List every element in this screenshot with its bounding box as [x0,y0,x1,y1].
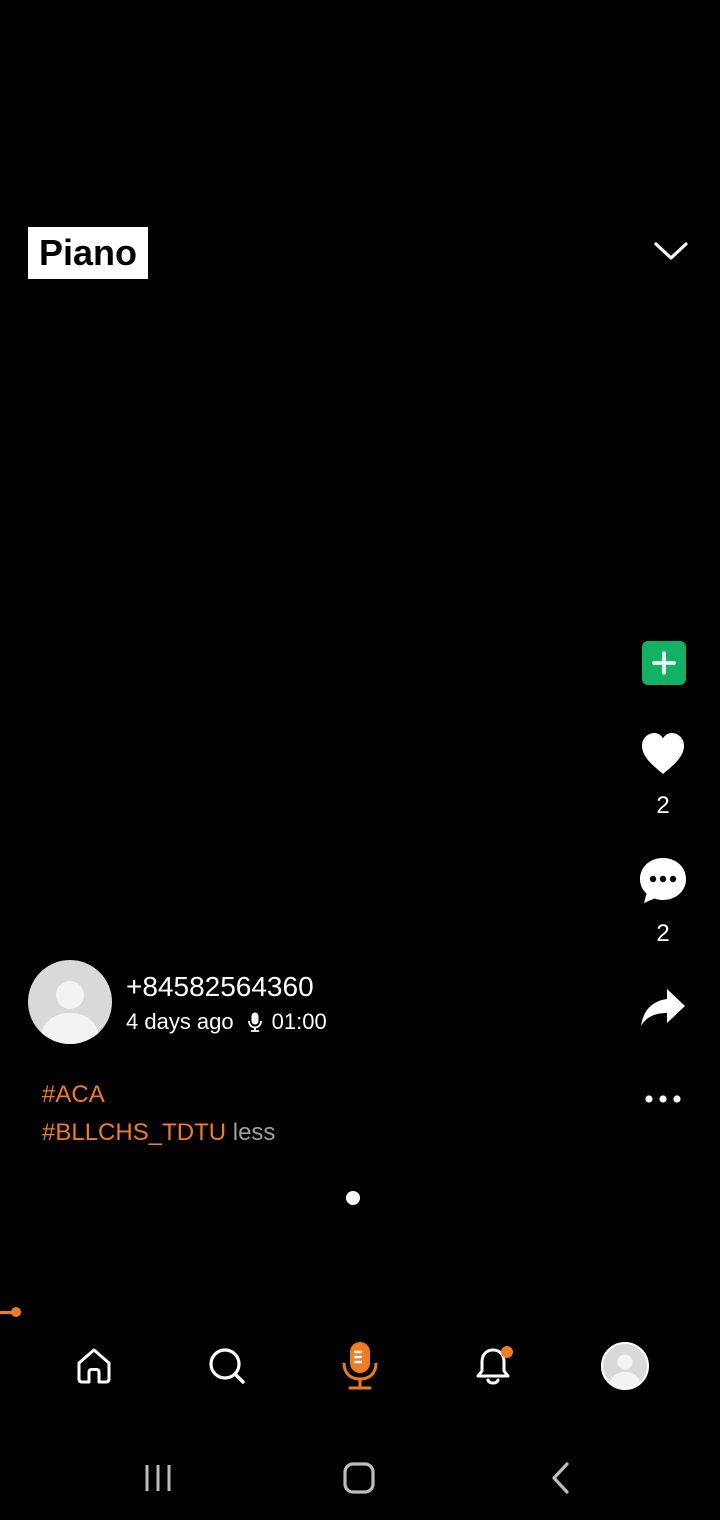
nav-profile-avatar[interactable] [601,1342,649,1390]
chevron-down-icon [654,242,688,260]
post-meta: 4 days ago 01:00 [126,1008,327,1036]
nav-notifications[interactable] [467,1340,519,1392]
nav-home[interactable] [68,1340,120,1392]
system-home-button[interactable] [333,1452,385,1504]
search-icon [209,1348,245,1384]
home-icon [77,1348,111,1384]
less-toggle[interactable]: less [233,1119,276,1146]
back-icon [552,1462,569,1494]
microphone-icon [342,1342,378,1390]
system-recents-button[interactable] [132,1452,184,1504]
system-home-icon [343,1462,375,1494]
share-button[interactable] [638,983,688,1033]
collapse-button[interactable] [646,226,696,276]
post-tags: #ACA #BLLCHS_TDTU less [42,1076,275,1152]
audio-progress-handle[interactable] [11,1307,21,1317]
default-user-icon [40,981,100,1044]
nav-record[interactable] [334,1340,386,1392]
audio-duration: 01:00 [271,1009,327,1034]
hashtag[interactable]: #BLLCHS_TDTU [42,1119,226,1146]
bell-icon [476,1346,513,1385]
author-name[interactable]: +84582564360 [126,970,314,1004]
add-button[interactable] [642,641,686,685]
more-horizontal-icon [645,1095,681,1103]
author-avatar[interactable] [28,960,112,1044]
page-indicator-dot [346,1191,360,1205]
comment-count: 2 [656,920,670,947]
comment-icon [640,858,686,903]
hashtag[interactable]: #ACA [42,1081,105,1108]
default-user-icon [609,1354,641,1388]
share-icon [641,989,685,1026]
heart-icon [642,733,684,774]
posted-time: 4 days ago [126,1009,234,1034]
microphone-icon [247,1012,262,1032]
like-count: 2 [656,792,670,819]
system-back-button[interactable] [535,1452,587,1504]
nav-search[interactable] [201,1340,253,1392]
plus-icon [652,651,676,675]
more-options-button[interactable] [638,1074,688,1124]
like-button[interactable] [638,728,688,778]
recents-icon [145,1465,171,1491]
post-title: Piano [28,227,149,279]
comment-button[interactable] [638,856,688,906]
